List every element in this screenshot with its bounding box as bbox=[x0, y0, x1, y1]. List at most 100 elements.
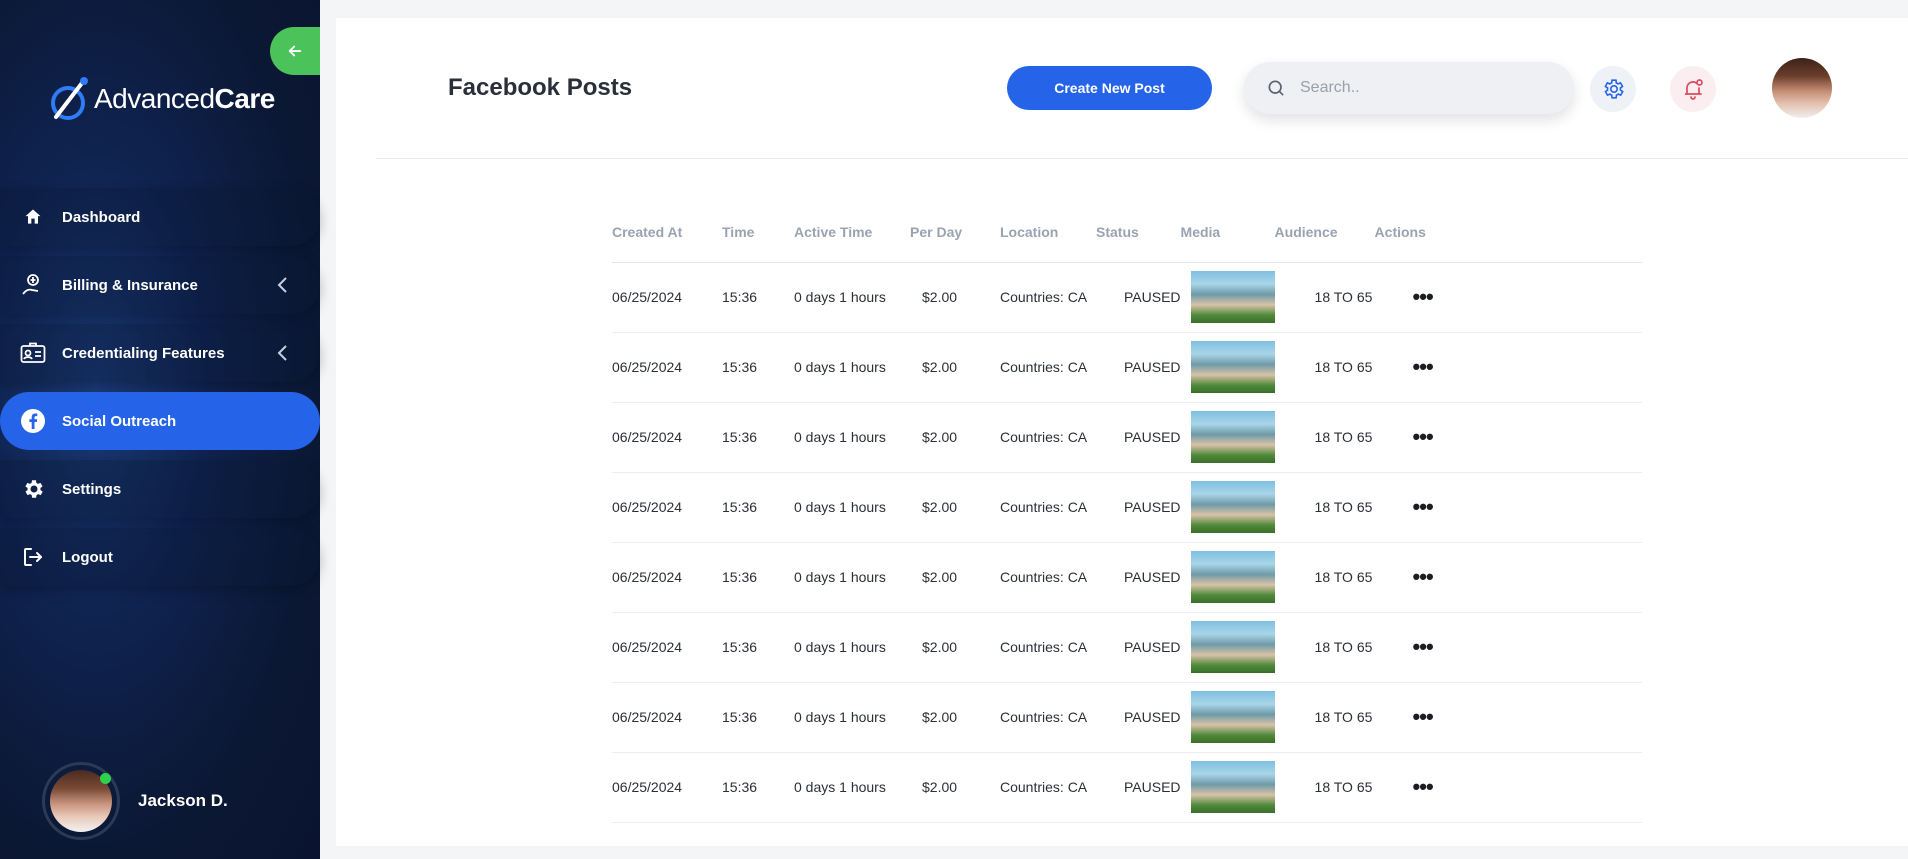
per-day-cell: $2.00 bbox=[910, 682, 1000, 753]
media-cell bbox=[1180, 262, 1275, 333]
table-row[interactable]: 06/25/2024 15:36 0 days 1 hours $2.00 Countr… bbox=[612, 402, 1642, 473]
column-header[interactable]: Active Time bbox=[794, 202, 910, 263]
audience-cell: 18 TO 65 bbox=[1274, 402, 1375, 473]
table-row[interactable]: 06/25/2024 15:36 0 days 1 hours $2.00 Countr… bbox=[612, 612, 1642, 683]
table-row[interactable]: 06/25/2024 15:36 0 days 1 hours $2.00 Countr… bbox=[612, 332, 1642, 403]
avatar[interactable] bbox=[42, 762, 120, 840]
location-cell: Countries: CA bbox=[1000, 682, 1096, 753]
media-cell bbox=[1180, 682, 1275, 753]
table-row[interactable]: 06/25/2024 15:36 0 days 1 hours $2.00 Countr… bbox=[612, 542, 1642, 613]
column-header[interactable]: Created At bbox=[612, 202, 722, 263]
table-row[interactable]: 06/25/2024 15:36 0 days 1 hours $2.00 Countr… bbox=[612, 262, 1642, 333]
status-cell: PAUSED bbox=[1096, 262, 1181, 333]
table-row[interactable]: 06/25/2024 15:36 0 days 1 hours $2.00 Countr… bbox=[612, 472, 1642, 543]
active-time-cell: 0 days 1 hours bbox=[794, 402, 910, 473]
location-cell: Countries: CA bbox=[1000, 402, 1096, 473]
media-thumbnail[interactable] bbox=[1190, 411, 1275, 463]
location-cell: Countries: CA bbox=[1000, 752, 1096, 823]
media-cell bbox=[1180, 612, 1275, 683]
column-header[interactable]: Location bbox=[1000, 202, 1096, 263]
profile-avatar[interactable] bbox=[1772, 58, 1832, 118]
media-thumbnail[interactable] bbox=[1190, 271, 1275, 323]
media-cell bbox=[1180, 542, 1275, 613]
logout-icon bbox=[20, 544, 46, 570]
table-header-row: Created At Time Active Time Per Day Loca… bbox=[612, 202, 1642, 263]
media-cell bbox=[1180, 752, 1275, 823]
id-card-icon bbox=[20, 340, 46, 366]
time-cell: 15:36 bbox=[722, 682, 794, 753]
sidebar-item-logout[interactable]: Logout bbox=[0, 528, 320, 586]
sidebar-item-billing-insurance[interactable]: Billing & Insurance bbox=[0, 256, 320, 314]
column-header[interactable]: Audience bbox=[1274, 202, 1375, 263]
table-row[interactable]: 06/25/2024 15:36 0 days 1 hours $2.00 Countr… bbox=[612, 752, 1642, 823]
time-cell: 15:36 bbox=[722, 332, 794, 403]
sidebar-item-dashboard[interactable]: Dashboard bbox=[0, 188, 320, 246]
status-cell: PAUSED bbox=[1096, 612, 1181, 683]
created-at-cell: 06/25/2024 bbox=[612, 752, 722, 823]
create-new-post-button[interactable]: Create New Post bbox=[1007, 66, 1212, 110]
actions-cell: ••• bbox=[1374, 472, 1642, 543]
audience-cell: 18 TO 65 bbox=[1274, 752, 1375, 823]
more-options-icon[interactable]: ••• bbox=[1413, 494, 1434, 519]
more-options-icon[interactable]: ••• bbox=[1413, 704, 1434, 729]
sidebar-item-social-outreach[interactable]: Social Outreach bbox=[0, 392, 320, 450]
collapse-sidebar-button[interactable] bbox=[270, 27, 320, 75]
active-time-cell: 0 days 1 hours bbox=[794, 542, 910, 613]
brand-logo[interactable]: AdvancedCare bbox=[48, 74, 275, 124]
billing-icon bbox=[20, 272, 46, 298]
sidebar-item-label: Billing & Insurance bbox=[62, 276, 198, 294]
page-title: Facebook Posts bbox=[448, 74, 633, 101]
sidebar-item-credentialing[interactable]: Credentialing Features bbox=[0, 324, 320, 382]
column-header[interactable]: Time bbox=[722, 202, 794, 263]
sidebar-item-label: Logout bbox=[62, 548, 113, 566]
more-options-icon[interactable]: ••• bbox=[1413, 424, 1434, 449]
more-options-icon[interactable]: ••• bbox=[1413, 284, 1434, 309]
location-cell: Countries: CA bbox=[1000, 332, 1096, 403]
created-at-cell: 06/25/2024 bbox=[612, 262, 722, 333]
status-cell: PAUSED bbox=[1096, 402, 1181, 473]
media-thumbnail[interactable] bbox=[1190, 341, 1275, 393]
per-day-cell: $2.00 bbox=[910, 752, 1000, 823]
sidebar-item-label: Dashboard bbox=[62, 208, 141, 226]
actions-cell: ••• bbox=[1374, 752, 1642, 823]
column-header[interactable]: Status bbox=[1096, 202, 1181, 263]
more-options-icon[interactable]: ••• bbox=[1413, 354, 1434, 379]
created-at-cell: 06/25/2024 bbox=[612, 682, 722, 753]
more-options-icon[interactable]: ••• bbox=[1413, 774, 1434, 799]
sidebar-user[interactable]: Jackson D. bbox=[42, 762, 228, 840]
more-options-icon[interactable]: ••• bbox=[1413, 634, 1434, 659]
search-bar[interactable] bbox=[1244, 62, 1574, 114]
status-cell: PAUSED bbox=[1096, 752, 1181, 823]
active-time-cell: 0 days 1 hours bbox=[794, 262, 910, 333]
time-cell: 15:36 bbox=[722, 542, 794, 613]
created-at-cell: 06/25/2024 bbox=[612, 612, 722, 683]
media-thumbnail[interactable] bbox=[1190, 621, 1275, 673]
column-header[interactable]: Actions bbox=[1374, 202, 1642, 263]
facebook-icon bbox=[20, 408, 46, 434]
more-options-icon[interactable]: ••• bbox=[1413, 564, 1434, 589]
created-at-cell: 06/25/2024 bbox=[612, 402, 722, 473]
audience-cell: 18 TO 65 bbox=[1274, 262, 1375, 333]
notifications-button[interactable] bbox=[1670, 66, 1716, 112]
column-header[interactable]: Media bbox=[1180, 202, 1275, 263]
search-input[interactable] bbox=[1300, 79, 1540, 97]
online-status-dot bbox=[100, 773, 111, 784]
per-day-cell: $2.00 bbox=[910, 332, 1000, 403]
media-thumbnail[interactable] bbox=[1190, 691, 1275, 743]
chevron-left-icon bbox=[277, 277, 287, 293]
location-cell: Countries: CA bbox=[1000, 262, 1096, 333]
per-day-cell: $2.00 bbox=[910, 472, 1000, 543]
column-header[interactable]: Per Day bbox=[910, 202, 1000, 263]
actions-cell: ••• bbox=[1374, 682, 1642, 753]
media-thumbnail[interactable] bbox=[1190, 551, 1275, 603]
settings-button[interactable] bbox=[1590, 66, 1636, 112]
sidebar-item-settings[interactable]: Settings bbox=[0, 460, 320, 518]
logo-mark-icon bbox=[51, 77, 88, 120]
table-row[interactable]: 06/25/2024 15:36 0 days 1 hours $2.00 Countr… bbox=[612, 682, 1642, 753]
audience-cell: 18 TO 65 bbox=[1274, 332, 1375, 403]
posts-table: Created At Time Active Time Per Day Loca… bbox=[612, 202, 1642, 823]
media-thumbnail[interactable] bbox=[1190, 481, 1275, 533]
status-cell: PAUSED bbox=[1096, 682, 1181, 753]
created-at-cell: 06/25/2024 bbox=[612, 542, 722, 613]
media-thumbnail[interactable] bbox=[1190, 761, 1275, 813]
